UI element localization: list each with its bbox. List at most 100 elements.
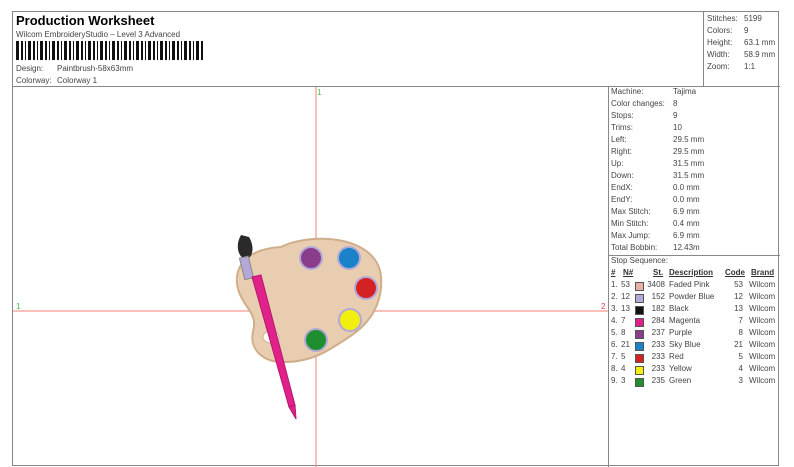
machine-info-panel: Machine: Tajima Color changes: 8 Stops: 9 Trim… (609, 87, 780, 467)
colorway-value: Colorway 1 (57, 76, 98, 85)
stat-label: Width: (707, 50, 730, 59)
stop-st: 235 (651, 376, 665, 385)
worksheet-title: Production Worksheet (16, 13, 155, 28)
stop-st: 233 (651, 364, 665, 373)
stat-label: Zoom: (707, 62, 730, 71)
stop-n: 5 (621, 352, 626, 361)
machine-info-row: Max Stitch: 6.9 mm (611, 207, 700, 216)
machine-info-label: Up: (611, 159, 624, 168)
machine-info-value: 0.0 mm (673, 183, 700, 192)
stat-value: 63.1 mm (744, 38, 776, 47)
stop-sequence-title: Stop Sequence: (611, 256, 668, 265)
stop-num: 1. (611, 280, 618, 289)
stat-label: Stitches: (707, 14, 738, 23)
stop-num: 7. (611, 352, 618, 361)
machine-info-row: Color changes: 8 (611, 99, 677, 108)
color-swatch (635, 366, 644, 375)
color-swatch (635, 330, 644, 339)
machine-info-row: Machine: Tajima (611, 87, 696, 96)
machine-info-value: 8 (673, 99, 678, 108)
stop-n: 21 (621, 340, 630, 349)
stop-description: Sky Blue (669, 340, 701, 349)
machine-info-row: Right: 29.5 mm (611, 147, 704, 156)
stop-st: 233 (651, 352, 665, 361)
machine-info-value: 0.4 mm (673, 219, 700, 228)
stop-description: Magenta (669, 316, 701, 325)
stop-num: 6. (611, 340, 618, 349)
machine-info-row: Down: 31.5 mm (611, 171, 704, 180)
stop-brand: Wilcom (749, 280, 776, 289)
design-preview: 1 1 2 (13, 87, 608, 467)
paint-dot-yellow (338, 308, 362, 332)
stat-value: 1:1 (744, 62, 756, 71)
design-label: Design: (16, 64, 44, 73)
stop-row: 7. 5 233 Red 5 Wilcom (609, 352, 780, 364)
stop-code: 3 (738, 376, 743, 385)
stop-brand: Wilcom (749, 352, 776, 361)
machine-info-label: Max Jump: (611, 231, 651, 240)
stop-row: 2. 12 152 Powder Blue 12 Wilcom (609, 292, 780, 304)
barcode (16, 41, 203, 60)
stop-n: 8 (621, 328, 626, 337)
machine-info-row: Up: 31.5 mm (611, 159, 704, 168)
color-swatch (635, 318, 644, 327)
machine-info-row: EndX: 0.0 mm (611, 183, 700, 192)
stop-num: 9. (611, 376, 618, 385)
machine-info-value: 12.43m (673, 243, 700, 252)
machine-info-row: Left: 29.5 mm (611, 135, 704, 144)
stop-st: 284 (651, 316, 665, 325)
stop-row: 5. 8 237 Purple 8 Wilcom (609, 328, 780, 340)
paint-dot-red (354, 276, 378, 300)
stop-brand: Wilcom (749, 292, 776, 301)
paint-dot-blue (337, 246, 361, 270)
paint-dot-purple (299, 246, 323, 270)
stat-value: 58.9 mm (744, 50, 776, 59)
stop-num: 2. (611, 292, 618, 301)
stop-row: 8. 4 233 Yellow 4 Wilcom (609, 364, 780, 376)
stop-header-brand: Brand (751, 268, 775, 277)
stop-brand: Wilcom (749, 364, 776, 373)
machine-info-value: 31.5 mm (673, 171, 705, 180)
machine-info-label: EndY: (611, 195, 633, 204)
machine-info-row: Max Jump: 6.9 mm (611, 231, 700, 240)
stop-num: 5. (611, 328, 618, 337)
machine-info-label: Max Stitch: (611, 207, 651, 216)
paint-dot-green (304, 328, 328, 352)
stop-header-description: Description (669, 268, 714, 277)
machine-info-row: Stops: 9 (611, 111, 677, 120)
machine-info-value: 29.5 mm (673, 135, 705, 144)
stop-brand: Wilcom (749, 304, 776, 313)
design-value: Paintbrush-58x63mm (57, 64, 134, 73)
color-swatch (635, 354, 644, 363)
machine-info-value: 6.9 mm (673, 207, 700, 216)
stop-brand: Wilcom (749, 376, 776, 385)
stop-code: 4 (738, 364, 743, 373)
machine-info-label: Down: (611, 171, 634, 180)
machine-info-row: Total Bobbin: 12.43m (611, 243, 700, 252)
design-stats: Stitches: 5199 Colors: 9 Height: 63.1 mm Width… (704, 12, 780, 87)
stop-description: Powder Blue (669, 292, 715, 301)
worksheet: Production Worksheet Wilcom EmbroiderySt… (12, 11, 780, 467)
stop-code: 21 (734, 340, 743, 349)
stop-code: 53 (734, 280, 743, 289)
color-swatch (635, 342, 644, 351)
stat-row: Colors: 9 (707, 26, 748, 35)
machine-info-label: Machine: (611, 87, 644, 96)
brush-tip (237, 235, 253, 259)
stat-label: Height: (707, 38, 733, 47)
colorway-label: Colorway: (16, 76, 52, 85)
stop-num: 4. (611, 316, 618, 325)
stat-row: Width: 58.9 mm (707, 50, 775, 59)
machine-info-label: Stops: (611, 111, 634, 120)
machine-info-value: Tajima (673, 87, 697, 96)
stop-n: 4 (621, 364, 626, 373)
marker-left: 1 (16, 302, 21, 311)
machine-info-value: 9 (673, 111, 678, 120)
stop-code: 5 (738, 352, 743, 361)
stop-header-st: St. (653, 268, 664, 277)
stop-description: Faded Pink (669, 280, 710, 289)
software-name: Wilcom EmbroideryStudio – Level 3 Advanc… (16, 30, 181, 39)
stop-n: 53 (621, 280, 630, 289)
machine-info-label: Trims: (611, 123, 633, 132)
machine-info-label: Total Bobbin: (611, 243, 658, 252)
